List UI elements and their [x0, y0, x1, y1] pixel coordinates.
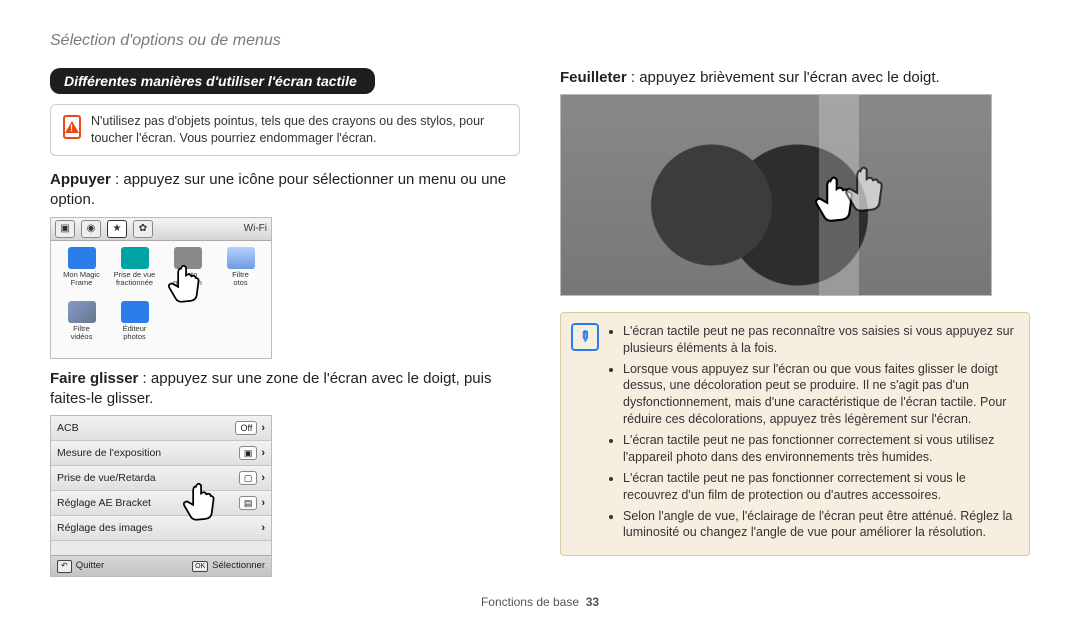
- menu-row-image-adjust[interactable]: Réglage des images ›: [51, 516, 271, 541]
- menu-row-ae-bracket[interactable]: Réglage AE Bracket ▤›: [51, 491, 271, 516]
- note-icon: ✎: [571, 323, 599, 351]
- chevron-right-icon: ›: [261, 521, 265, 536]
- photo-doorway: [819, 95, 859, 295]
- flick-screenshot: [560, 94, 992, 296]
- notes-callout: ✎ L'écran tactile peut ne pas reconnaîtr…: [560, 312, 1030, 557]
- mode-grid: Mon MagicFrame Prise de vuefractionnée P…: [51, 241, 271, 358]
- chevron-right-icon: ›: [261, 496, 265, 511]
- note-item: Selon l'angle de vue, l'éclairage de l'é…: [623, 508, 1015, 542]
- back-button[interactable]: ↶Quitter: [57, 560, 104, 573]
- mode-tab-camera-icon[interactable]: ▣: [55, 220, 75, 238]
- grid-item-video-filter[interactable]: Filtrevidéos: [57, 301, 106, 351]
- back-icon: ↶: [57, 560, 72, 573]
- note-item: Lorsque vous appuyez sur l'écran ou que …: [623, 361, 1015, 429]
- mode-tab-settings-icon[interactable]: ✿: [133, 220, 153, 238]
- mode-tab-scene-icon[interactable]: ◉: [81, 220, 101, 238]
- page-footer: Fonctions de base 33: [50, 588, 1030, 610]
- drag-label: Faire glisser: [50, 370, 138, 387]
- ok-icon: OK: [192, 561, 208, 572]
- notes-list: L'écran tactile peut ne pas reconnaître …: [609, 323, 1015, 546]
- note-item: L'écran tactile peut ne pas fonctionner …: [623, 432, 1015, 466]
- grid-item-photo-filter[interactable]: Filtreotos: [216, 247, 265, 297]
- tap-description: Appuyer : appuyez sur une icône pour sél…: [50, 170, 520, 211]
- menu-row-drive-timer[interactable]: Prise de vue/Retarda ▢›: [51, 466, 271, 491]
- grid-item-photo-editor[interactable]: Éditeurphotos: [110, 301, 159, 351]
- tap-label: Appuyer: [50, 171, 111, 188]
- grid-item-magic-frame[interactable]: Mon MagicFrame: [57, 247, 106, 297]
- right-column: Feuilleter : appuyez brièvement sur l'éc…: [560, 68, 1030, 588]
- menu-footer: ↶Quitter OKSélectionner: [51, 555, 271, 576]
- menu-row-metering[interactable]: Mesure de l'exposition ▣›: [51, 441, 271, 466]
- photo-silhouettes: [561, 95, 991, 295]
- left-column: Différentes manières d'utiliser l'écran …: [50, 68, 520, 588]
- chevron-right-icon: ›: [261, 471, 265, 486]
- flick-label: Feuilleter: [560, 69, 627, 86]
- wifi-label[interactable]: Wi-Fi: [244, 222, 267, 236]
- note-item: L'écran tactile peut ne pas fonctionner …: [623, 470, 1015, 504]
- section-heading-pill: Différentes manières d'utiliser l'écran …: [50, 68, 375, 95]
- flick-description: Feuilleter : appuyez brièvement sur l'éc…: [560, 68, 1030, 88]
- chevron-right-icon: ›: [261, 446, 265, 461]
- note-item: L'écran tactile peut ne pas reconnaître …: [623, 323, 1015, 357]
- warning-callout: N'utilisez pas d'objets pointus, tels qu…: [50, 104, 520, 156]
- chevron-right-icon: ›: [261, 421, 265, 436]
- breadcrumb: Sélection d'options ou de menus: [50, 30, 1030, 52]
- menu-row-acb[interactable]: ACB Off›: [51, 416, 271, 441]
- drag-description: Faire glisser : appuyez sur une zone de …: [50, 369, 520, 410]
- select-button[interactable]: OKSélectionner: [192, 560, 265, 573]
- grid-item-motion-photo[interactable]: Photomouvem: [163, 247, 212, 297]
- mode-tabbar: ▣ ◉ ★ ✿ Wi-Fi: [51, 218, 271, 241]
- drag-screenshot: ACB Off› Mesure de l'exposition ▣› Prise…: [50, 415, 272, 577]
- grid-item-split-shot[interactable]: Prise de vuefractionnée: [110, 247, 159, 297]
- warning-text: N'utilisez pas d'objets pointus, tels qu…: [91, 113, 507, 147]
- tap-screenshot: ▣ ◉ ★ ✿ Wi-Fi Mon MagicFrame Prise de vu…: [50, 217, 272, 359]
- warning-icon: [63, 115, 81, 139]
- mode-tab-magic-icon[interactable]: ★: [107, 220, 127, 238]
